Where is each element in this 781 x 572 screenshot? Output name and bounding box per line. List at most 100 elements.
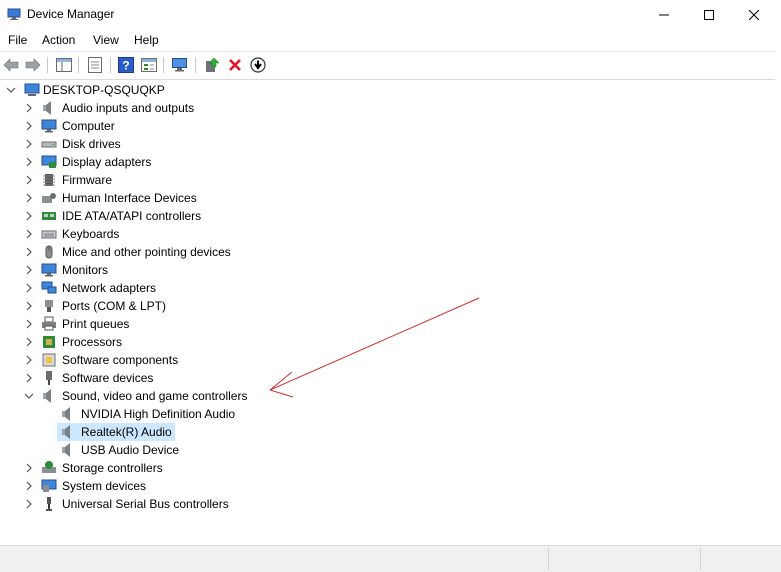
update-driver-button[interactable]: [203, 56, 221, 74]
computer-icon: [24, 82, 40, 98]
tree-item-label: Display adapters: [62, 155, 152, 169]
tree-item-label: Audio inputs and outputs: [62, 101, 195, 115]
uninstall-device-button[interactable]: [226, 56, 244, 74]
chevron-right-icon[interactable]: [24, 481, 34, 491]
software-component-icon: [41, 352, 57, 368]
chevron-down-icon[interactable]: [6, 85, 16, 95]
forward-button[interactable]: [24, 56, 42, 74]
monitor-icon: [41, 262, 57, 278]
chevron-right-icon[interactable]: [24, 139, 34, 149]
display-adapter-icon: [41, 154, 57, 170]
menu-action[interactable]: Action: [42, 33, 75, 47]
properties-icon: [88, 57, 102, 73]
tree-item-human-interface-devices[interactable]: Human Interface Devices: [0, 189, 775, 207]
tree-item-display-adapters[interactable]: Display adapters: [0, 153, 775, 171]
tree-item-label: Mice and other pointing devices: [62, 245, 231, 259]
back-arrow-icon: [3, 58, 19, 72]
tree-item-mice-and-other-pointing-devices[interactable]: Mice and other pointing devices: [0, 243, 775, 261]
menu-view[interactable]: View: [93, 33, 119, 47]
hid-icon: [41, 190, 57, 206]
tree-item-label: System devices: [62, 479, 147, 493]
device-manager-icon: [7, 8, 21, 20]
help-icon: ?: [118, 57, 134, 73]
chevron-right-icon[interactable]: [24, 265, 34, 275]
chevron-right-icon[interactable]: [24, 193, 34, 203]
tree-item-label: IDE ATA/ATAPI controllers: [62, 209, 202, 223]
forward-arrow-icon: [25, 58, 41, 72]
scan-hardware-button[interactable]: [171, 56, 189, 74]
chevron-right-icon[interactable]: [24, 337, 34, 347]
toolbar: ?: [0, 51, 775, 80]
chevron-right-icon[interactable]: [24, 247, 34, 257]
tree-item-ide-ata-atapi-controllers[interactable]: IDE ATA/ATAPI controllers: [0, 207, 775, 225]
chevron-right-icon[interactable]: [24, 355, 34, 365]
chevron-right-icon[interactable]: [24, 229, 34, 239]
close-icon: [749, 10, 759, 20]
tree-item-monitors[interactable]: Monitors: [0, 261, 775, 279]
chevron-right-icon[interactable]: [24, 283, 34, 293]
scan-hardware-icon: [172, 58, 187, 72]
tree-item-storage-controllers[interactable]: Storage controllers: [0, 459, 775, 477]
tree-item-label: Software devices: [62, 371, 154, 385]
tree-item-keyboards[interactable]: Keyboards: [0, 225, 775, 243]
status-bar: [0, 545, 781, 572]
maximize-button[interactable]: [686, 0, 732, 30]
tree-item-label: Disk drives: [62, 137, 121, 151]
menu-file[interactable]: File: [8, 33, 27, 47]
speaker-icon: [60, 442, 76, 458]
tree-item-usb-audio-device[interactable]: USB Audio Device: [0, 441, 775, 459]
chevron-down-icon[interactable]: [24, 391, 34, 401]
tree-item-label: USB Audio Device: [81, 443, 180, 457]
properties-button[interactable]: [86, 56, 104, 74]
keyboard-icon: [41, 226, 57, 242]
chevron-right-icon[interactable]: [24, 211, 34, 221]
tree-item-label: DESKTOP-QSQUQKP: [43, 83, 165, 97]
chevron-right-icon[interactable]: [24, 463, 34, 473]
speaker-icon: [41, 388, 57, 404]
tree-item-desktop-qsquqkp[interactable]: DESKTOP-QSQUQKP: [0, 81, 775, 99]
tree-item-universal-serial-bus-controllers[interactable]: Universal Serial Bus controllers: [0, 495, 775, 513]
enable-device-button[interactable]: [249, 56, 267, 74]
software-device-icon: [41, 370, 57, 386]
chevron-right-icon[interactable]: [24, 121, 34, 131]
tree-item-disk-drives[interactable]: Disk drives: [0, 135, 775, 153]
download-icon: [250, 57, 266, 73]
close-button[interactable]: [731, 0, 777, 30]
view-button[interactable]: [140, 56, 158, 74]
chevron-right-icon[interactable]: [24, 499, 34, 509]
chevron-right-icon[interactable]: [24, 175, 34, 185]
ide-controller-icon: [41, 208, 57, 224]
tree-item-label: Print queues: [62, 317, 130, 331]
tree-item-label: Processors: [62, 335, 123, 349]
tree-item-realtek-r-audio[interactable]: Realtek(R) Audio: [0, 423, 775, 441]
minimize-button[interactable]: [641, 0, 687, 30]
chevron-right-icon[interactable]: [24, 103, 34, 113]
annotation-arrow: [269, 297, 480, 398]
tree-item-system-devices[interactable]: System devices: [0, 477, 775, 495]
tree-item-label: Computer: [62, 119, 115, 133]
menu-help[interactable]: Help: [134, 33, 159, 47]
printer-icon: [41, 316, 57, 332]
tree-item-label: Realtek(R) Audio: [81, 425, 172, 439]
show-hide-console-tree-button[interactable]: [55, 56, 73, 74]
usb-icon: [41, 496, 57, 512]
chevron-right-icon[interactable]: [24, 319, 34, 329]
minimize-icon: [659, 14, 669, 16]
help-button[interactable]: ?: [117, 56, 135, 74]
tree-item-audio-inputs-and-outputs[interactable]: Audio inputs and outputs: [0, 99, 775, 117]
processor-icon: [41, 334, 57, 350]
chevron-right-icon[interactable]: [24, 373, 34, 383]
vertical-scrollbar[interactable]: [775, 30, 781, 545]
port-icon: [41, 298, 57, 314]
window-title: Device Manager: [27, 7, 115, 21]
update-driver-icon: [206, 57, 220, 72]
speaker-icon: [60, 424, 76, 440]
disk-drive-icon: [41, 136, 57, 152]
tree-item-computer[interactable]: Computer: [0, 117, 775, 135]
view-icon: [141, 58, 157, 72]
chevron-right-icon[interactable]: [24, 301, 34, 311]
back-button[interactable]: [2, 56, 20, 74]
chevron-right-icon[interactable]: [24, 157, 34, 167]
tree-item-label: Universal Serial Bus controllers: [62, 497, 229, 511]
tree-item-firmware[interactable]: Firmware: [0, 171, 775, 189]
